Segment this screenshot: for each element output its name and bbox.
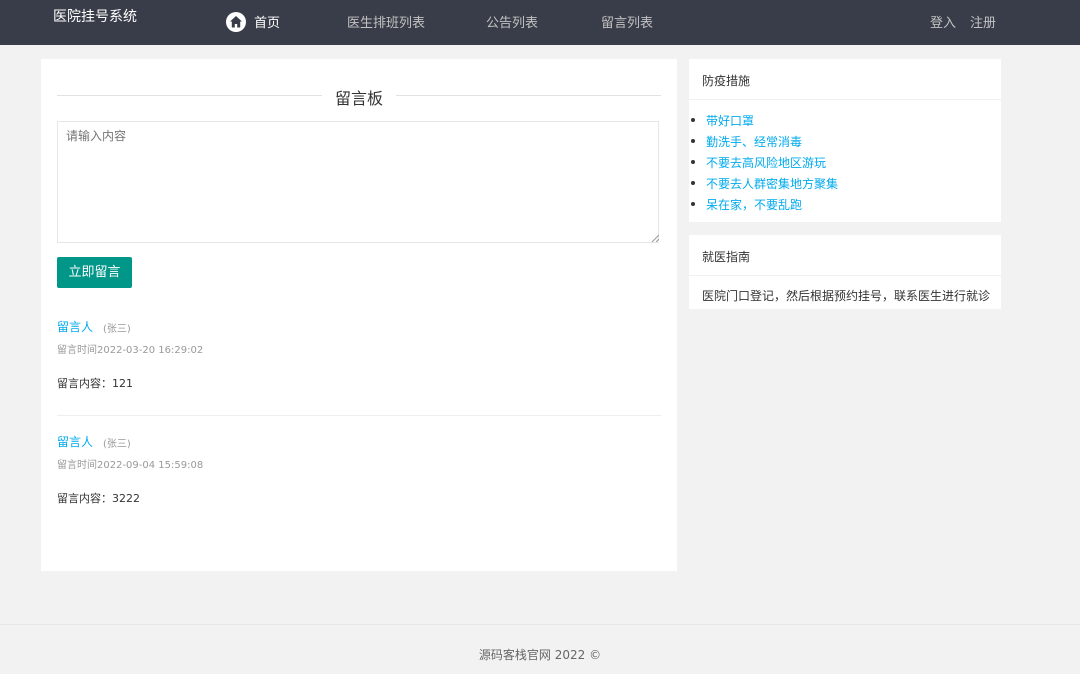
register-link[interactable]: 注册 <box>970 12 996 31</box>
message-author-name: (张三) <box>103 324 131 335</box>
prevention-item[interactable]: 不要去人群密集地方聚集 <box>691 175 838 192</box>
message-author-label[interactable]: 留言人 <box>57 318 93 335</box>
medical-guide-card-header: 就医指南 <box>689 235 1001 276</box>
top-nav-bar: 医院挂号系统 首页 医生排班列表 公告列表 留言列表 登入 注册 <box>0 0 1080 45</box>
prevention-card-title: 防疫措施 <box>702 74 751 88</box>
bullet <box>691 160 695 164</box>
prevention-item[interactable]: 带好口罩 <box>691 112 754 129</box>
prevention-card: 防疫措施 带好口罩 勤洗手、经常消毒 不要去高风险地区游玩 不要去人群密集地方聚… <box>689 59 1001 222</box>
message-divider <box>57 415 661 416</box>
site-logo[interactable]: 医院挂号系统 <box>53 6 137 26</box>
prevention-item[interactable]: 不要去高风险地区游玩 <box>691 154 826 171</box>
submit-message-button[interactable]: 立即留言 <box>57 257 132 288</box>
nav-doctor-schedule[interactable]: 医生排班列表 <box>347 12 425 31</box>
nav-messages[interactable]: 留言列表 <box>601 12 653 31</box>
bullet <box>691 118 695 122</box>
medical-guide-text: 医院门口登记，然后根据预约挂号，联系医生进行就诊 <box>702 289 991 303</box>
message-author-label[interactable]: 留言人 <box>57 433 93 450</box>
title-divider-left <box>57 95 322 96</box>
bullet <box>691 202 695 206</box>
message-time: 留言时间2022-03-20 16:29:02 <box>57 345 204 356</box>
login-link[interactable]: 登入 <box>930 12 956 31</box>
message-content: 留言内容：3222 <box>57 492 140 505</box>
message-author-name: (张三) <box>103 439 131 450</box>
resize-handle-icon[interactable] <box>651 234 659 242</box>
footer-copyright: 源码客栈官网 2022 © <box>478 648 602 662</box>
prevention-card-header: 防疫措施 <box>689 59 1001 100</box>
footer-divider <box>0 624 1080 625</box>
home-icon[interactable] <box>226 12 246 32</box>
message-board-title: 留言板 <box>334 89 383 108</box>
prevention-item[interactable]: 勤洗手、经常消毒 <box>691 133 802 150</box>
message-input[interactable] <box>57 121 659 243</box>
nav-announcements[interactable]: 公告列表 <box>486 12 538 31</box>
bullet <box>691 181 695 185</box>
message-time: 留言时间2022-09-04 15:59:08 <box>57 460 204 471</box>
medical-guide-card-title: 就医指南 <box>702 250 751 264</box>
title-divider-right <box>396 95 661 96</box>
prevention-item[interactable]: 呆在家，不要乱跑 <box>691 196 802 213</box>
bullet <box>691 139 695 143</box>
message-content: 留言内容：121 <box>57 377 133 390</box>
nav-home[interactable]: 首页 <box>254 12 280 31</box>
medical-guide-card: 就医指南 医院门口登记，然后根据预约挂号，联系医生进行就诊 <box>689 235 1001 309</box>
